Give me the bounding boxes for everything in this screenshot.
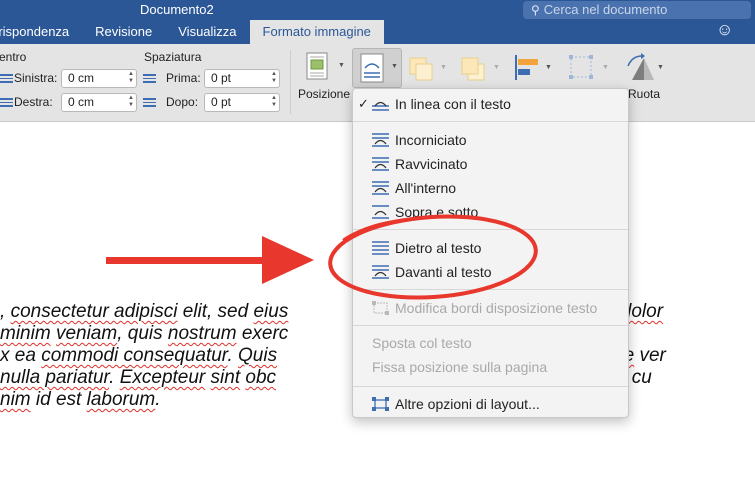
feedback-smiley-icon[interactable]: ☺ xyxy=(716,20,733,40)
wrap-square-icon xyxy=(372,133,389,147)
window-title: Documento2 xyxy=(140,2,214,17)
menu-item-in-line-with-text[interactable]: ✓ In linea con il testo xyxy=(353,93,628,115)
wrap-text-button[interactable]: ▼ xyxy=(352,48,402,88)
spacing-before-value: 0 pt xyxy=(211,71,232,85)
indent-group-title: entro xyxy=(0,50,27,64)
indent-right-value: 0 cm xyxy=(68,95,95,109)
spacing-group-title: Spaziatura xyxy=(144,50,202,64)
indent-left-label: Sinistra: xyxy=(14,71,58,85)
menu-separator xyxy=(353,386,628,387)
rotate-icon[interactable] xyxy=(624,52,656,84)
edit-wrap-boundary-icon xyxy=(372,301,389,315)
ribbon-separator xyxy=(290,50,291,114)
menu-item-tight[interactable]: Ravvicinato xyxy=(353,153,628,175)
group-dropdown-icon[interactable]: ▼ xyxy=(602,64,609,71)
checkmark-icon: ✓ xyxy=(358,96,369,111)
search-icon: ⚲ xyxy=(531,3,540,17)
spacing-after-label: Dopo: xyxy=(166,95,199,109)
indent-right-icon xyxy=(0,96,13,108)
tab-revisione[interactable]: Revisione xyxy=(82,20,165,44)
red-ellipse-annotation xyxy=(328,214,538,300)
wrap-through-icon xyxy=(372,181,389,195)
spacing-after-icon xyxy=(143,96,156,108)
menu-item-more-layout-options[interactable]: Altre opzioni di layout... xyxy=(353,393,628,415)
more-layout-options-icon xyxy=(372,397,389,411)
align-icon[interactable] xyxy=(512,52,542,82)
spacing-before-input[interactable]: 0 pt ▲ ▼ xyxy=(204,69,280,88)
send-backward-dropdown-icon[interactable]: ▼ xyxy=(493,64,500,71)
tab-visualizza[interactable]: Visualizza xyxy=(165,20,249,44)
indent-left-icon xyxy=(0,72,13,84)
title-bar: Documento2 ⚲ Cerca nel documento ☺ rrispo… xyxy=(0,0,755,44)
indent-right-label: Destra: xyxy=(14,95,53,109)
search-input[interactable]: ⚲ Cerca nel documento xyxy=(523,1,751,19)
wrap-text-dropdown-arrow-icon[interactable]: ▼ xyxy=(391,63,398,70)
menu-separator xyxy=(353,325,628,326)
indent-left-value: 0 cm xyxy=(68,71,95,85)
search-placeholder: Cerca nel documento xyxy=(543,2,668,17)
spacing-after-value: 0 pt xyxy=(211,95,232,109)
spacing-before-icon xyxy=(143,72,156,84)
menu-item-through[interactable]: All'interno xyxy=(353,177,628,199)
stepper-icon[interactable]: ▲ ▼ xyxy=(128,71,134,85)
indent-left-input[interactable]: 0 cm ▲ ▼ xyxy=(61,69,137,88)
stepper-icon[interactable]: ▲ ▼ xyxy=(271,71,277,85)
wrap-inline-icon xyxy=(372,101,389,111)
position-label: Posizione xyxy=(298,87,351,101)
spacing-after-input[interactable]: 0 pt ▲ ▼ xyxy=(204,93,280,112)
position-button[interactable] xyxy=(300,50,334,89)
bring-forward-icon[interactable] xyxy=(406,54,436,84)
wrap-text-icon xyxy=(360,53,384,83)
menu-item-square[interactable]: Incorniciato xyxy=(353,129,628,151)
send-backward-icon[interactable] xyxy=(458,54,488,84)
red-arrow-annotation xyxy=(106,236,314,284)
tab-corrispondenza[interactable]: rrispondenza xyxy=(0,20,82,44)
rotate-dropdown-icon[interactable]: ▼ xyxy=(657,64,664,71)
menu-item-fix-position-on-page: Fissa posizione sulla pagina xyxy=(372,359,548,375)
stepper-icon[interactable]: ▲ ▼ xyxy=(128,95,134,109)
group-icon[interactable] xyxy=(566,52,596,82)
menu-separator xyxy=(353,121,628,122)
spacing-before-label: Prima: xyxy=(166,71,201,85)
ribbon-tabs: rrispondenza Revisione Visualizza Format… xyxy=(0,20,384,44)
tab-formato-immagine[interactable]: Formato immagine xyxy=(249,20,384,44)
rotate-label: Ruota xyxy=(628,87,661,101)
bring-forward-dropdown-icon[interactable]: ▼ xyxy=(440,64,447,71)
stepper-icon[interactable]: ▲ ▼ xyxy=(271,95,277,109)
wrap-tight-icon xyxy=(372,157,389,171)
menu-item-move-with-text: Sposta col testo xyxy=(372,335,472,351)
align-dropdown-icon[interactable]: ▼ xyxy=(545,64,552,71)
indent-right-input[interactable]: 0 cm ▲ ▼ xyxy=(61,93,137,112)
position-icon xyxy=(306,52,328,80)
position-dropdown-arrow-icon[interactable]: ▼ xyxy=(338,62,345,69)
